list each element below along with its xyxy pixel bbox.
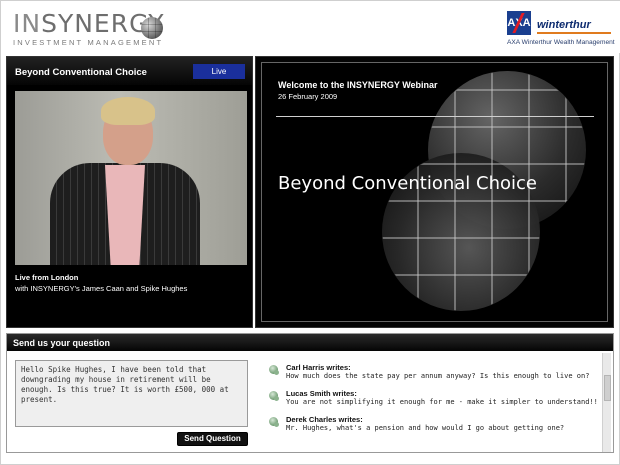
presentation-slide: Welcome to the INSYNERGY Webinar 26 Febr… [261, 62, 608, 322]
slide-divider [276, 116, 594, 117]
video-location: Live from London [15, 273, 79, 282]
scrollbar-thumb[interactable] [604, 375, 611, 401]
globe-icon [141, 17, 163, 39]
video-presenters: with INSYNERGY's James Caan and Spike Hu… [15, 284, 188, 293]
brand-subtitle: INVESTMENT MANAGEMENT [13, 38, 164, 47]
message-author: Carl Harris writes: [286, 363, 351, 372]
send-question-button[interactable]: Send Question [177, 432, 248, 446]
slide-headline: Beyond Conventional Choice [278, 173, 537, 194]
question-panel: Send us your question Hello Spike Hughes… [6, 333, 614, 453]
webinar-window: INSYNERGY INVESTMENT MANAGEMENT AXA wint… [0, 0, 620, 465]
brand-name-prefix: IN [13, 9, 42, 38]
question-input[interactable]: Hello Spike Hughes, I have been told tha… [15, 360, 248, 427]
messages-scrollbar[interactable] [602, 353, 611, 452]
message-item: Lucas Smith writes: You are not simplify… [269, 388, 599, 414]
axa-winterthur-logo: AXA winterthur AXA Winterthur Wealth Man… [507, 11, 615, 51]
partner-divider [537, 32, 611, 34]
header: INSYNERGY INVESTMENT MANAGEMENT AXA wint… [1, 1, 620, 53]
video-title-bar: Beyond Conventional Choice Live [7, 57, 252, 85]
video-caption: Live from London with INSYNERGY's James … [15, 272, 187, 294]
partner-tagline: AXA Winterthur Wealth Management [507, 39, 615, 46]
axa-logo-box: AXA [507, 11, 531, 35]
live-badge: Live [193, 64, 245, 79]
message-item: Carl Harris writes: How much does the st… [269, 362, 599, 388]
video-panel: Beyond Conventional Choice Live Live fro… [6, 56, 253, 328]
message-author: Lucas Smith writes: [286, 389, 357, 398]
message-text: Mr. Hughes, what's a pension and how wou… [286, 424, 565, 432]
slide-panel: Welcome to the INSYNERGY Webinar 26 Febr… [255, 56, 614, 328]
video-player[interactable] [15, 91, 247, 265]
user-icon [269, 365, 279, 375]
message-list: Carl Harris writes: How much does the st… [269, 362, 599, 440]
message-item: Derek Charles writes: Mr. Hughes, what's… [269, 414, 599, 440]
user-icon [269, 391, 279, 401]
presenter-shirt [105, 165, 145, 265]
presenter-hair [101, 97, 155, 125]
user-icon [269, 417, 279, 427]
message-text: You are not simplifying it enough for me… [286, 398, 598, 406]
partner-name: winterthur [537, 19, 591, 31]
slide-heading: Welcome to the INSYNERGY Webinar [278, 80, 438, 90]
video-title: Beyond Conventional Choice [15, 67, 147, 78]
slide-date: 26 February 2009 [278, 92, 338, 101]
question-title: Send us your question [13, 338, 111, 348]
question-header: Send us your question [7, 334, 613, 351]
message-author: Derek Charles writes: [286, 415, 363, 424]
message-text: How much does the state pay per annum an… [286, 372, 590, 380]
